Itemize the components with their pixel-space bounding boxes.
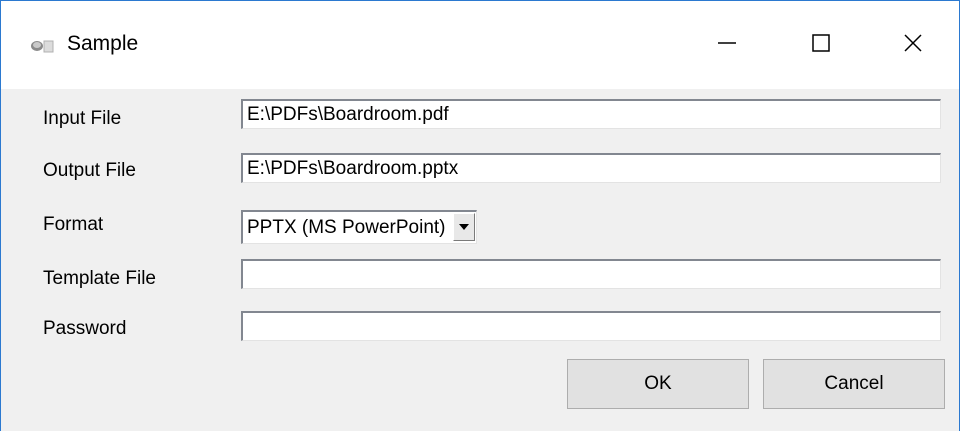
format-selected-value: PPTX (MS PowerPoint)	[247, 217, 446, 238]
output-file-label: Output File	[43, 160, 136, 181]
template-file-label: Template File	[43, 268, 156, 289]
password-label: Password	[43, 318, 127, 339]
cancel-button[interactable]: Cancel	[763, 359, 945, 409]
minimize-icon	[716, 32, 738, 59]
close-icon	[902, 32, 924, 59]
output-file-field[interactable]	[241, 153, 941, 183]
title-bar[interactable]: Sample	[1, 1, 959, 89]
dialog-window: Sample Input File E:\PDFs\Boardroom.pdf …	[0, 0, 960, 431]
input-file-label: Input File	[43, 108, 122, 129]
close-button[interactable]	[867, 1, 959, 89]
template-file-field[interactable]	[241, 259, 941, 289]
password-field[interactable]	[241, 311, 941, 341]
maximize-button[interactable]	[775, 1, 867, 89]
input-file-field[interactable]	[241, 99, 941, 129]
minimize-button[interactable]	[681, 1, 773, 89]
maximize-icon	[810, 32, 832, 59]
app-icon	[29, 35, 57, 55]
chevron-down-icon[interactable]	[453, 213, 475, 241]
format-dropdown[interactable]: PPTX (MS PowerPoint)	[241, 210, 477, 244]
format-label: Format	[43, 214, 104, 235]
window-title: Sample	[67, 32, 139, 55]
ok-button[interactable]: OK	[567, 359, 749, 409]
